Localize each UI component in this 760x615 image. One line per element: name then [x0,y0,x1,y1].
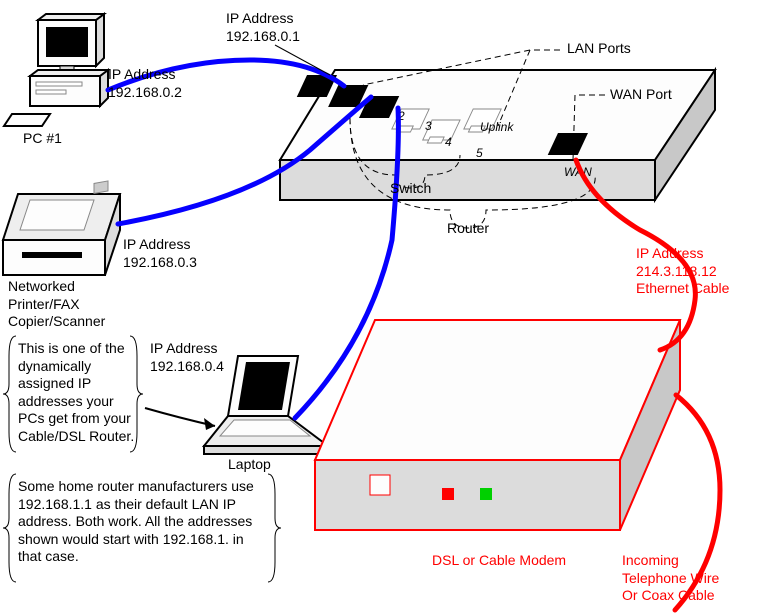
note-arrow [145,408,215,430]
lan-port-2 [328,85,368,107]
lan-port-4 [392,109,429,132]
wan-port-jack [548,133,588,155]
uplink-label: Uplink [480,120,514,134]
printer-name: Networked Printer/FAX Copier/Scanner [8,278,105,331]
switch-label: Switch [390,180,431,198]
laptop-cable [295,108,398,418]
laptop-name: Laptop [228,456,271,474]
lan-port-1 [297,75,337,97]
port-5-label: 5 [476,146,483,160]
wan-ip-label: IP Address 214.3.118.12 Ethernet Cable [636,245,729,298]
note-dynamic-ip: This is one of the dynamically assigned … [18,340,136,445]
port-1-label: 1 [374,99,381,113]
note-manufacturers: Some home router manufacturers use 192.1… [18,478,270,566]
lan-port-3 [359,96,399,118]
note-brace-1 [3,336,16,452]
lan-ports-label: LAN Ports [567,40,631,58]
modem-name: DSL or Cable Modem [432,552,566,570]
wan-label: WAN [564,165,592,179]
modem-device [315,320,680,530]
router-label: Router [447,220,489,238]
port-3-label: 3 [425,119,432,133]
router-ip-label: IP Address 192.168.0.1 [226,10,300,45]
note-brace-2 [3,474,16,582]
wan-port-label: WAN Port [610,86,672,104]
uplink-port [464,109,501,132]
port-4-label: 4 [445,135,452,149]
printer-device [3,181,120,275]
printer-cable [118,97,371,224]
incoming-label: Incoming Telephone Wire Or Coax Cable [622,552,719,605]
port-2-label: 2 [397,109,405,123]
pc1-name: PC #1 [23,130,62,148]
printer-ip-label: IP Address 192.168.0.3 [123,236,197,271]
pc1-ip-label: IP Address 192.168.0.2 [108,66,182,101]
lan-port-5 [423,120,460,143]
pc1-device [4,14,108,126]
laptop-ip-label: IP Address 192.168.0.4 [150,340,224,375]
